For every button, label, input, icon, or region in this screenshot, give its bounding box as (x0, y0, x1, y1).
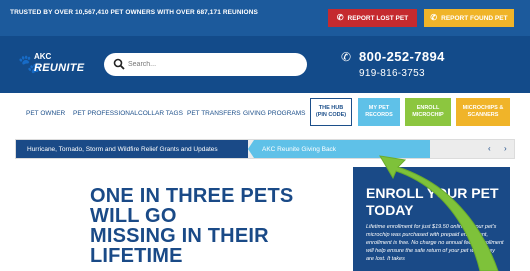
hero-line-4: LIFETIME (90, 245, 183, 267)
enroll-panel-title: ENROLL YOUR PET TODAY (366, 185, 506, 219)
report-lost-pet-button[interactable]: ✆ REPORT LOST PET (328, 9, 417, 27)
enroll-microchip-button[interactable]: ENROLL MICROCHIP (405, 98, 451, 126)
enroll-panel-title-line-2: TODAY (366, 202, 414, 218)
report-found-pet-button[interactable]: ✆ REPORT FOUND PET (424, 9, 514, 27)
hero-headline: ONE IN THREE PETS WILL GO MISSING IN THE… (90, 186, 320, 266)
nav-item-pet-professional[interactable]: PET PROFESSIONAL (73, 110, 138, 117)
megaphone-icon: ✆ (430, 13, 438, 22)
megaphone-icon: ✆ (336, 13, 344, 22)
microchips-scanners-button[interactable]: MICROCHIPS & SCANNERS (456, 98, 510, 126)
logo-line-1: AKC (34, 52, 52, 61)
hero-line-2: WILL GO (90, 205, 177, 227)
nav-item-pet-owner[interactable]: PET OWNER (26, 110, 65, 117)
trusted-by-text: TRUSTED BY OVER 10,567,410 PET OWNERS WI… (10, 9, 258, 16)
the-hub-button[interactable]: THE HUB (PIN CODE) (310, 98, 352, 126)
nav-item-collar-tags[interactable]: COLLAR TAGS (138, 110, 183, 117)
search-bar[interactable] (104, 53, 307, 76)
chevron-left-icon[interactable]: ‹ (488, 144, 491, 153)
enroll-panel-text: Lifetime enrollment for just $19.50 onli… (366, 224, 504, 262)
phone-secondary[interactable]: 919-816-3753 (359, 68, 425, 79)
search-input[interactable] (128, 57, 298, 72)
ticker-item-relief-grants[interactable]: Hurricane, Tornado, Storm and Wildfire R… (16, 140, 248, 158)
my-pet-records-button[interactable]: MY PET RECORDS (358, 98, 400, 126)
enroll-panel: ENROLL YOUR PET TODAY Lifetime enrollmen… (353, 167, 510, 271)
search-icon (113, 58, 125, 70)
phone-primary[interactable]: 800-252-7894 (359, 49, 445, 64)
news-ticker: Hurricane, Tornado, Storm and Wildfire R… (15, 139, 515, 159)
logo-line-2: REUNITE (34, 62, 85, 74)
enroll-panel-title-line-1: ENROLL YOUR PET (366, 185, 499, 201)
nav-item-giving-programs[interactable]: GIVING PROGRAMS (243, 110, 305, 117)
report-found-pet-label: REPORT FOUND PET (441, 14, 508, 22)
report-lost-pet-label: REPORT LOST PET (347, 14, 409, 22)
phone-icon: ✆ (341, 50, 352, 64)
chevron-right-icon[interactable]: › (504, 144, 507, 153)
ticker-item-giving-back[interactable]: AKC Reunite Giving Back (248, 140, 430, 158)
akc-reunite-logo[interactable]: 🐾 AKC REUNITE (18, 50, 88, 78)
hero-line-1: ONE IN THREE PETS (90, 185, 294, 207)
nav-item-pet-transfers[interactable]: PET TRANSFERS (187, 110, 241, 117)
hero-line-3: MISSING IN THEIR (90, 225, 269, 247)
top-utility-bar: TRUSTED BY OVER 10,567,410 PET OWNERS WI… (0, 0, 530, 36)
main-navigation: PET OWNER PET PROFESSIONAL COLLAR TAGS P… (0, 93, 530, 133)
site-header: 🐾 AKC REUNITE ✆ 800-252-7894 919-816-375… (0, 36, 530, 93)
